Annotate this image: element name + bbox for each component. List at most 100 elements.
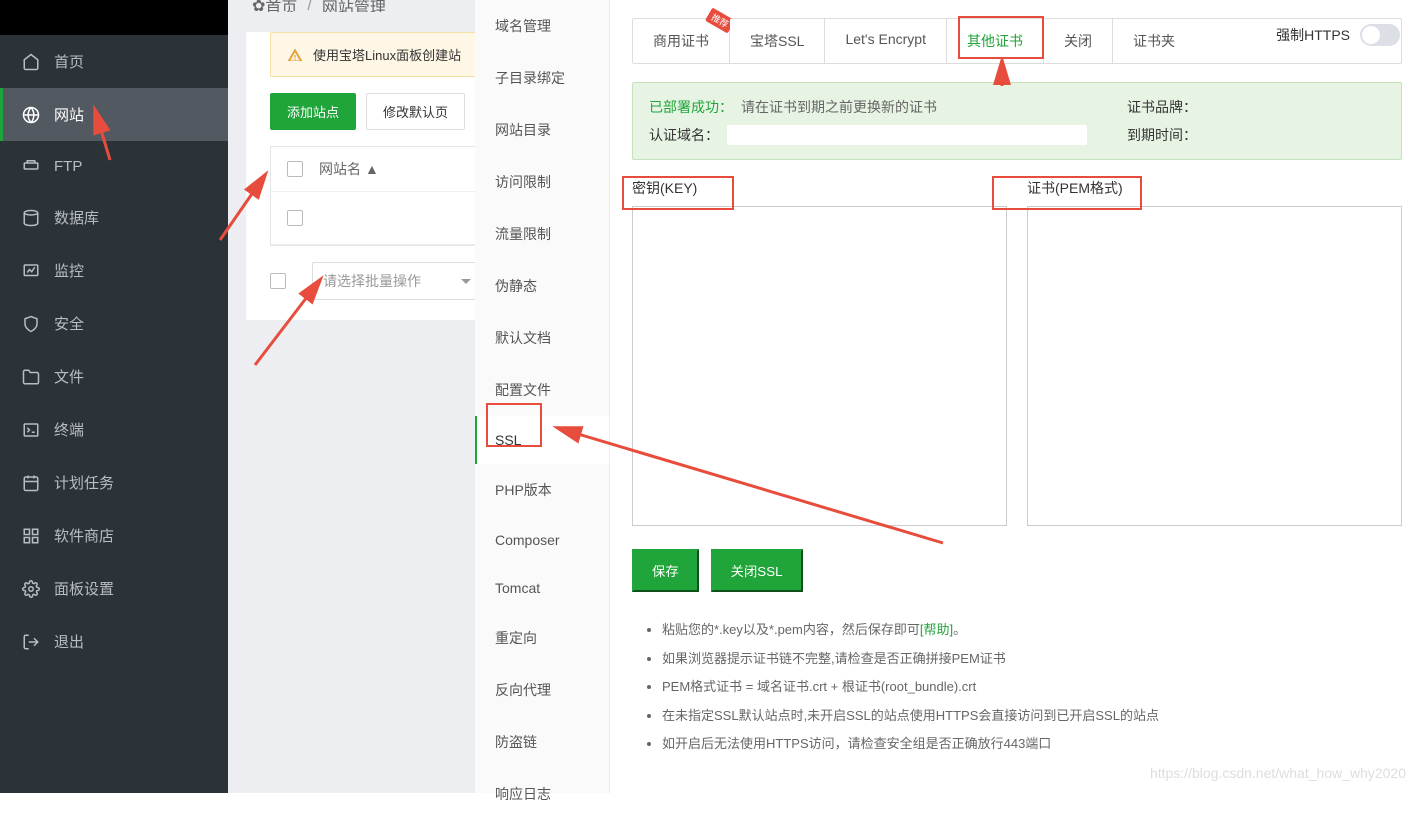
help-link[interactable]: [帮助] (920, 622, 953, 637)
menu-domain[interactable]: 域名管理 (475, 0, 609, 52)
menu-ssl[interactable]: SSL (475, 416, 609, 464)
expire-label: 到期时间： (1127, 125, 1197, 145)
sidebar-label: 安全 (54, 313, 84, 334)
database-icon (22, 209, 40, 227)
batch-placeholder: 请选择批量操作 (323, 271, 421, 291)
menu-rewrite[interactable]: 伪静态 (475, 260, 609, 312)
menu-tomcat[interactable]: Tomcat (475, 564, 609, 612)
menu-config[interactable]: 配置文件 (475, 364, 609, 416)
sidebar-label: 计划任务 (54, 472, 114, 493)
force-https-label: 强制HTTPS (1276, 25, 1350, 45)
pem-label: 证书(PEM格式) (1027, 178, 1402, 198)
sidebar-label: 网站 (54, 104, 84, 125)
help-item: 如果浏览器提示证书链不完整,请检查是否正确拼接PEM证书 (662, 645, 1402, 674)
watermark: https://blog.csdn.net/what_how_why2020 (1150, 765, 1406, 781)
sidebar-item-home[interactable]: 首页 (0, 35, 228, 88)
tab-other-cert[interactable]: 其他证书 (947, 19, 1044, 63)
sidebar-item-security[interactable]: 安全 (0, 297, 228, 350)
sidebar-label: 软件商店 (54, 525, 114, 546)
chevron-down-icon (461, 279, 471, 284)
menu-composer[interactable]: Composer (475, 516, 609, 564)
sidebar-label: 退出 (54, 631, 84, 652)
col-site-name[interactable]: 网站名▲ (319, 159, 379, 179)
sidebar-item-files[interactable]: 文件 (0, 350, 228, 403)
sidebar-item-monitor[interactable]: 监控 (0, 244, 228, 297)
sidebar-item-ftp[interactable]: FTP (0, 141, 228, 191)
force-https: 强制HTTPS (1276, 24, 1400, 46)
breadcrumb-home[interactable]: 首页 (265, 0, 297, 12)
menu-proxy[interactable]: 反向代理 (475, 664, 609, 716)
menu-traffic[interactable]: 流量限制 (475, 208, 609, 260)
calendar-icon (22, 474, 40, 492)
checkbox-row[interactable] (287, 210, 303, 226)
auth-domain-value (727, 125, 1087, 145)
help-list: 粘贴您的*.key以及*.pem内容，然后保存即可[帮助]。 如果浏览器提示证书… (632, 616, 1402, 759)
brand-value (1205, 97, 1385, 117)
menu-default-doc[interactable]: 默认文档 (475, 312, 609, 364)
sidebar-item-apps[interactable]: 软件商店 (0, 509, 228, 562)
tab-bt-ssl[interactable]: 宝塔SSL (730, 19, 825, 63)
tab-lets-encrypt[interactable]: Let's Encrypt (825, 19, 947, 63)
alert-text: 使用宝塔Linux面板创建站 (313, 45, 461, 64)
breadcrumb-sep: / (307, 0, 311, 12)
home-icon (22, 53, 40, 71)
tab-close[interactable]: 关闭 (1044, 19, 1113, 63)
sidebar-label: 面板设置 (54, 578, 114, 599)
logo (0, 0, 228, 35)
sidebar-label: 监控 (54, 260, 84, 281)
sidebar-item-website[interactable]: 网站 (0, 88, 228, 141)
batch-select[interactable]: 请选择批量操作 (312, 262, 482, 300)
help-item: 粘贴您的*.key以及*.pem内容，然后保存即可[帮助]。 (662, 616, 1402, 645)
menu-webroot[interactable]: 网站目录 (475, 104, 609, 156)
gear-icon (22, 580, 40, 598)
shield-icon (22, 315, 40, 333)
help-item: 如开启后无法使用HTTPS访问，请检查安全组是否正确放行443端口 (662, 730, 1402, 759)
brand-label: 证书品牌： (1127, 97, 1197, 117)
tab-cert-folder[interactable]: 证书夹 (1113, 19, 1195, 63)
ssl-panel: 商用证书推荐 宝塔SSL Let's Encrypt 其他证书 关闭 证书夹 强… (610, 0, 1424, 793)
auth-domain-label: 认证域名： (649, 125, 719, 145)
sidebar-item-exit[interactable]: 退出 (0, 615, 228, 668)
breadcrumb-home-icon: ✿ (252, 0, 265, 12)
key-textarea[interactable] (632, 206, 1007, 526)
help-item: PEM格式证书 = 域名证书.crt + 根证书(root_bundle).cr… (662, 673, 1402, 702)
folder-icon (22, 368, 40, 386)
breadcrumb-current: 网站管理 (322, 0, 386, 12)
sidebar-label: 首页 (54, 51, 84, 72)
deploy-success-box: 已部署成功： 请在证书到期之前更换新的证书 证书品牌： 认证域名： 到期时间： (632, 82, 1402, 160)
menu-php[interactable]: PHP版本 (475, 464, 609, 516)
globe-icon (22, 106, 40, 124)
monitor-icon (22, 262, 40, 280)
deployed-label: 已部署成功： (649, 97, 733, 117)
checkbox-batch[interactable] (270, 273, 286, 289)
menu-subdir[interactable]: 子目录绑定 (475, 52, 609, 104)
close-ssl-button[interactable]: 关闭SSL (711, 549, 803, 592)
pem-textarea[interactable] (1027, 206, 1402, 526)
menu-access[interactable]: 访问限制 (475, 156, 609, 208)
help-item: 在未指定SSL默认站点时,未开启SSL的站点使用HTTPS会直接访问到已开启SS… (662, 702, 1402, 731)
menu-redirect[interactable]: 重定向 (475, 612, 609, 664)
sidebar-item-terminal[interactable]: 终端 (0, 403, 228, 456)
checkbox-all[interactable] (287, 161, 303, 177)
sidebar-item-database[interactable]: 数据库 (0, 191, 228, 244)
warning-icon (287, 47, 303, 63)
sidebar-label: FTP (54, 158, 82, 175)
modal-menu: 域名管理 子目录绑定 网站目录 访问限制 流量限制 伪静态 默认文档 配置文件 … (475, 0, 610, 793)
tab-commercial[interactable]: 商用证书推荐 (633, 19, 730, 63)
force-https-toggle[interactable] (1360, 24, 1400, 46)
add-site-button[interactable]: 添加站点 (270, 93, 356, 130)
sidebar: 首页 网站 FTP 数据库 监控 安全 文件 终端 计划任务 软件商店 面板设置… (0, 0, 228, 793)
key-label: 密钥(KEY) (632, 178, 1007, 198)
exit-icon (22, 633, 40, 651)
modify-default-button[interactable]: 修改默认页 (366, 93, 465, 130)
save-button[interactable]: 保存 (632, 549, 699, 592)
ftp-icon (22, 157, 40, 175)
sidebar-label: 数据库 (54, 207, 99, 228)
key-column: 密钥(KEY) (632, 178, 1007, 529)
menu-antileech[interactable]: 防盗链 (475, 716, 609, 768)
expire-value (1205, 125, 1385, 145)
apps-icon (22, 527, 40, 545)
sidebar-item-cron[interactable]: 计划任务 (0, 456, 228, 509)
sidebar-item-settings[interactable]: 面板设置 (0, 562, 228, 615)
menu-resplog[interactable]: 响应日志 (475, 768, 609, 820)
